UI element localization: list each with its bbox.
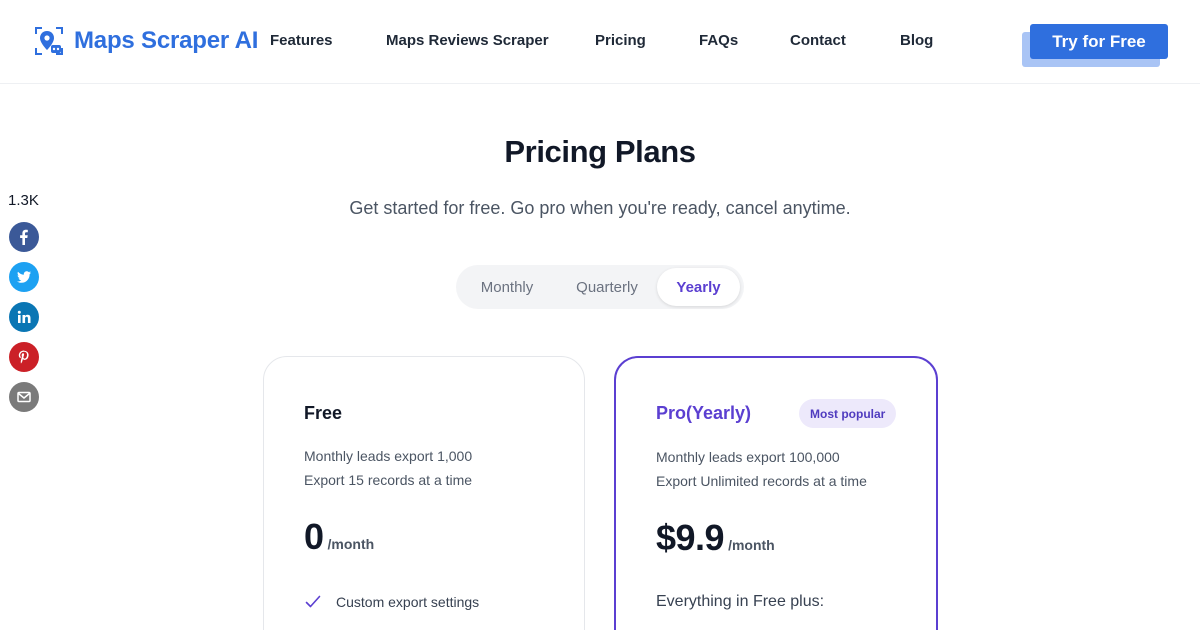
billing-option-monthly[interactable]: Monthly	[462, 268, 552, 306]
page-title: Pricing Plans	[504, 134, 696, 169]
try-for-free-button[interactable]: Try for Free	[1030, 24, 1168, 59]
most-popular-badge: Most popular	[799, 399, 897, 428]
nav-faqs[interactable]: FAQs	[699, 32, 738, 49]
nav-features[interactable]: Features	[270, 32, 333, 49]
plan-name: Free	[304, 403, 343, 423]
price-period: /month	[327, 536, 375, 552]
billing-option-yearly[interactable]: Yearly	[657, 268, 740, 306]
plan-leads-limit: Monthly leads export 100,000	[656, 449, 840, 465]
nav-maps-reviews-scraper[interactable]: Maps Reviews Scraper	[386, 32, 549, 49]
plan-name: Pro(Yearly)	[656, 403, 752, 423]
linkedin-icon	[17, 310, 31, 323]
plan-card-free: Free Monthly leads export 1,000 Export 1…	[263, 356, 585, 630]
email-icon	[17, 391, 31, 403]
plan-export-limit: Export 15 records at a time	[304, 472, 473, 488]
share-pinterest-button[interactable]	[9, 342, 39, 372]
price-period: /month	[728, 537, 775, 553]
plan-feature-label: Custom export settings	[336, 594, 480, 610]
share-email-button[interactable]	[9, 382, 39, 412]
billing-period-toggle: Monthly Quarterly Yearly	[456, 265, 744, 309]
twitter-icon	[17, 271, 31, 283]
site-header: Maps Scraper AI Features Maps Reviews Sc…	[0, 0, 1200, 84]
plan-features-intro: Everything in Free plus:	[656, 593, 825, 610]
facebook-icon	[20, 229, 28, 245]
plan-card-pro: Pro(Yearly) Most popular Monthly leads e…	[614, 356, 938, 630]
pinterest-icon	[18, 350, 29, 364]
billing-option-quarterly[interactable]: Quarterly	[560, 268, 654, 306]
share-linkedin-button[interactable]	[9, 302, 39, 332]
plan-feature-item: Custom export settings	[304, 593, 479, 611]
plan-export-limit: Export Unlimited records at a time	[656, 473, 867, 489]
nav-blog[interactable]: Blog	[900, 32, 933, 49]
checkmark-icon	[305, 595, 321, 608]
plan-price: $9.9 /month	[656, 517, 775, 559]
nav-contact[interactable]: Contact	[790, 32, 846, 49]
share-twitter-button[interactable]	[9, 262, 39, 292]
page-subtitle: Get started for free. Go pro when you're…	[349, 198, 851, 218]
plan-leads-limit: Monthly leads export 1,000	[304, 448, 473, 464]
share-facebook-button[interactable]	[9, 222, 39, 252]
main-nav: Features Maps Reviews Scraper Pricing FA…	[0, 32, 1200, 54]
plan-price: 0 /month	[304, 516, 374, 558]
nav-pricing[interactable]: Pricing	[595, 32, 646, 49]
price-amount: 0	[304, 516, 324, 557]
price-amount: $9.9	[656, 517, 725, 558]
